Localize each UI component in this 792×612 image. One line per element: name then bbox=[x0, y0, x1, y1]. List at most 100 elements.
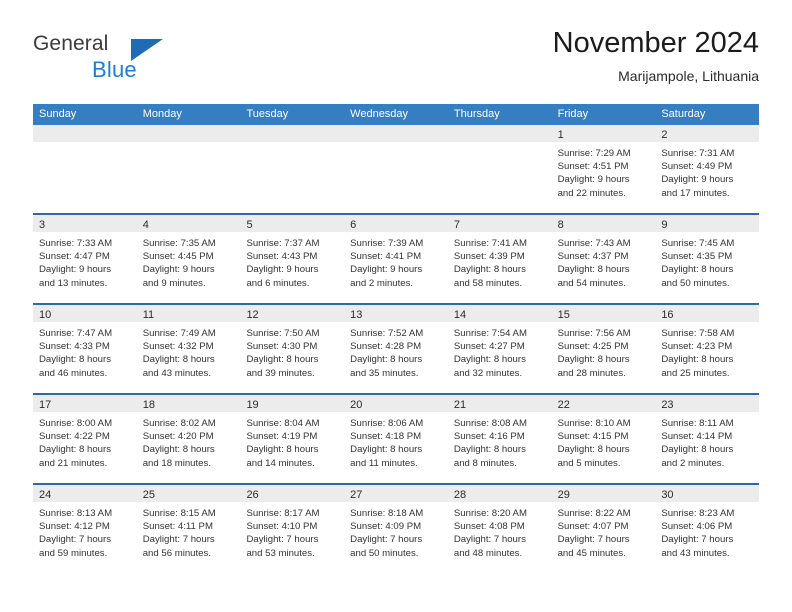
calendar-day-cell[interactable]: 15 Sunrise: 7:56 AM Sunset: 4:25 PM Dayligh… bbox=[551, 305, 656, 393]
day-number-band: 4 bbox=[136, 215, 241, 232]
day-number: 16 bbox=[661, 309, 674, 321]
daylight-duration-line1: Daylight: 9 hours bbox=[350, 264, 423, 276]
calendar-day-cell[interactable]: 10 Sunrise: 7:47 AM Sunset: 4:33 PM Dayligh… bbox=[33, 305, 137, 393]
calendar-day-cell[interactable]: 30 Sunrise: 8:23 AM Sunset: 4:06 PM Dayligh… bbox=[655, 485, 760, 575]
daylight-duration-line2: and 17 minutes. bbox=[661, 187, 730, 199]
day-number-band bbox=[33, 125, 137, 142]
daylight-duration-line2: and 50 minutes. bbox=[661, 277, 730, 289]
sunset-time: Sunset: 4:10 PM bbox=[246, 521, 318, 533]
calendar-week-row: 1 Sunrise: 7:29 AM Sunset: 4:51 PM Daylight… bbox=[33, 125, 760, 215]
brand-logo[interactable]: General Blue bbox=[33, 32, 213, 82]
day-number-band: 18 bbox=[136, 395, 241, 412]
day-number: 9 bbox=[661, 219, 668, 231]
day-number-band: 10 bbox=[33, 305, 137, 322]
sunrise-time: Sunrise: 8:11 AM bbox=[661, 418, 734, 429]
day-number-band: 15 bbox=[551, 305, 656, 322]
day-details: Sunrise: 8:10 AM Sunset: 4:15 PM Daylight:… bbox=[552, 412, 656, 470]
day-details: Sunrise: 7:29 AM Sunset: 4:51 PM Daylight:… bbox=[552, 142, 656, 200]
day-number-band: 30 bbox=[655, 485, 760, 502]
calendar-day-cell-empty bbox=[136, 125, 241, 213]
day-details: Sunrise: 8:18 AM Sunset: 4:09 PM Daylight:… bbox=[344, 502, 448, 560]
day-details: Sunrise: 7:43 AM Sunset: 4:37 PM Daylight:… bbox=[552, 232, 656, 290]
calendar-day-cell[interactable]: 27 Sunrise: 8:18 AM Sunset: 4:09 PM Dayligh… bbox=[344, 485, 448, 575]
sunset-time: Sunset: 4:45 PM bbox=[142, 251, 214, 263]
weekday-header-tuesday: Tuesday bbox=[246, 108, 289, 120]
sunset-time: Sunset: 4:41 PM bbox=[350, 251, 422, 263]
calendar-day-cell[interactable]: 6 Sunrise: 7:39 AM Sunset: 4:41 PM Daylight… bbox=[344, 215, 448, 303]
daylight-duration-line2: and 9 minutes. bbox=[142, 277, 206, 289]
day-number: 4 bbox=[142, 219, 149, 231]
calendar-day-cell[interactable]: 8 Sunrise: 7:43 AM Sunset: 4:37 PM Daylight… bbox=[551, 215, 656, 303]
sunset-time: Sunset: 4:18 PM bbox=[350, 431, 422, 443]
calendar-day-cell[interactable]: 24 Sunrise: 8:13 AM Sunset: 4:12 PM Dayligh… bbox=[33, 485, 137, 575]
daylight-duration-line1: Daylight: 7 hours bbox=[39, 534, 111, 546]
sunrise-time: Sunrise: 8:20 AM bbox=[453, 508, 527, 519]
day-number-band: 7 bbox=[447, 215, 552, 232]
day-number: 8 bbox=[557, 219, 564, 231]
calendar-day-cell[interactable]: 9 Sunrise: 7:45 AM Sunset: 4:35 PM Daylight… bbox=[655, 215, 760, 303]
daylight-duration-line1: Daylight: 8 hours bbox=[142, 444, 215, 456]
day-number-band: 28 bbox=[447, 485, 552, 502]
location-subtitle: Marijampole, Lithuania bbox=[618, 68, 759, 84]
day-number: 3 bbox=[39, 219, 46, 231]
day-details: Sunrise: 7:54 AM Sunset: 4:27 PM Daylight:… bbox=[448, 322, 552, 380]
sunset-time: Sunset: 4:20 PM bbox=[142, 431, 214, 443]
sunrise-time: Sunrise: 8:15 AM bbox=[142, 508, 216, 519]
day-number-band: 9 bbox=[655, 215, 760, 232]
day-details: Sunrise: 8:11 AM Sunset: 4:14 PM Daylight:… bbox=[655, 412, 759, 470]
sunset-time: Sunset: 4:43 PM bbox=[246, 251, 318, 263]
calendar-day-cell[interactable]: 28 Sunrise: 8:20 AM Sunset: 4:08 PM Dayligh… bbox=[447, 485, 552, 575]
calendar-day-cell[interactable]: 26 Sunrise: 8:17 AM Sunset: 4:10 PM Dayligh… bbox=[240, 485, 345, 575]
calendar-day-cell[interactable]: 21 Sunrise: 8:08 AM Sunset: 4:16 PM Dayligh… bbox=[447, 395, 552, 483]
daylight-duration-line1: Daylight: 8 hours bbox=[557, 264, 630, 276]
sunset-time: Sunset: 4:32 PM bbox=[142, 341, 214, 353]
calendar-day-cell[interactable]: 7 Sunrise: 7:41 AM Sunset: 4:39 PM Daylight… bbox=[447, 215, 552, 303]
calendar-day-cell[interactable]: 4 Sunrise: 7:35 AM Sunset: 4:45 PM Daylight… bbox=[136, 215, 241, 303]
day-number: 17 bbox=[39, 399, 52, 411]
sunset-time: Sunset: 4:07 PM bbox=[557, 521, 629, 533]
daylight-duration-line1: Daylight: 8 hours bbox=[453, 264, 526, 276]
sunrise-time: Sunrise: 7:39 AM bbox=[350, 238, 424, 249]
brand-name-general: General bbox=[33, 32, 109, 55]
calendar-day-cell[interactable]: 1 Sunrise: 7:29 AM Sunset: 4:51 PM Daylight… bbox=[551, 125, 656, 213]
calendar-day-cell[interactable]: 25 Sunrise: 8:15 AM Sunset: 4:11 PM Dayligh… bbox=[136, 485, 241, 575]
day-number: 19 bbox=[246, 399, 259, 411]
calendar-day-cell[interactable]: 13 Sunrise: 7:52 AM Sunset: 4:28 PM Dayligh… bbox=[344, 305, 448, 393]
calendar-day-cell[interactable]: 23 Sunrise: 8:11 AM Sunset: 4:14 PM Dayligh… bbox=[655, 395, 760, 483]
day-details: Sunrise: 7:58 AM Sunset: 4:23 PM Daylight:… bbox=[655, 322, 759, 380]
day-number-band bbox=[447, 125, 552, 142]
day-details: Sunrise: 7:41 AM Sunset: 4:39 PM Daylight:… bbox=[448, 232, 552, 290]
calendar-day-cell[interactable]: 3 Sunrise: 7:33 AM Sunset: 4:47 PM Daylight… bbox=[33, 215, 137, 303]
day-number: 30 bbox=[661, 489, 674, 501]
sunrise-time: Sunrise: 8:17 AM bbox=[246, 508, 320, 519]
sunrise-time: Sunrise: 7:45 AM bbox=[661, 238, 735, 249]
day-details: Sunrise: 7:49 AM Sunset: 4:32 PM Daylight:… bbox=[137, 322, 241, 380]
calendar-day-cell[interactable]: 19 Sunrise: 8:04 AM Sunset: 4:19 PM Dayligh… bbox=[240, 395, 345, 483]
calendar-day-cell[interactable]: 14 Sunrise: 7:54 AM Sunset: 4:27 PM Dayligh… bbox=[447, 305, 552, 393]
daylight-duration-line1: Daylight: 9 hours bbox=[246, 264, 319, 276]
day-number: 6 bbox=[350, 219, 357, 231]
page-title: November 2024 bbox=[552, 27, 759, 59]
sunset-time: Sunset: 4:51 PM bbox=[557, 161, 629, 173]
calendar-day-cell[interactable]: 17 Sunrise: 8:00 AM Sunset: 4:22 PM Dayligh… bbox=[33, 395, 137, 483]
calendar-day-cell[interactable]: 16 Sunrise: 7:58 AM Sunset: 4:23 PM Dayligh… bbox=[655, 305, 760, 393]
calendar-day-cell[interactable]: 18 Sunrise: 8:02 AM Sunset: 4:20 PM Dayligh… bbox=[136, 395, 241, 483]
calendar-day-cell[interactable]: 5 Sunrise: 7:37 AM Sunset: 4:43 PM Daylight… bbox=[240, 215, 345, 303]
daylight-duration-line2: and 43 minutes. bbox=[142, 367, 211, 379]
daylight-duration-line1: Daylight: 8 hours bbox=[39, 444, 111, 456]
sunset-time: Sunset: 4:11 PM bbox=[142, 521, 213, 533]
daylight-duration-line1: Daylight: 7 hours bbox=[453, 534, 526, 546]
calendar-day-cell[interactable]: 20 Sunrise: 8:06 AM Sunset: 4:18 PM Dayligh… bbox=[344, 395, 448, 483]
sunrise-time: Sunrise: 8:08 AM bbox=[453, 418, 527, 429]
calendar-day-cell[interactable]: 2 Sunrise: 7:31 AM Sunset: 4:49 PM Daylight… bbox=[655, 125, 760, 213]
sunrise-time: Sunrise: 8:13 AM bbox=[39, 508, 113, 519]
daylight-duration-line2: and 39 minutes. bbox=[246, 367, 315, 379]
sunrise-time: Sunrise: 7:52 AM bbox=[350, 328, 424, 339]
calendar-day-cell[interactable]: 11 Sunrise: 7:49 AM Sunset: 4:32 PM Dayligh… bbox=[136, 305, 241, 393]
calendar-day-cell[interactable]: 22 Sunrise: 8:10 AM Sunset: 4:15 PM Dayligh… bbox=[551, 395, 656, 483]
daylight-duration-line2: and 58 minutes. bbox=[453, 277, 523, 289]
sunrise-time: Sunrise: 7:33 AM bbox=[39, 238, 113, 249]
calendar-day-cell[interactable]: 29 Sunrise: 8:22 AM Sunset: 4:07 PM Dayligh… bbox=[551, 485, 656, 575]
calendar-day-cell[interactable]: 12 Sunrise: 7:50 AM Sunset: 4:30 PM Dayligh… bbox=[240, 305, 345, 393]
day-number: 2 bbox=[661, 129, 668, 141]
